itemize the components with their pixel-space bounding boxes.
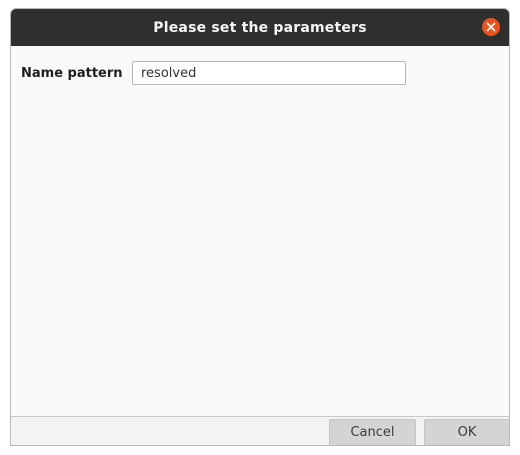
- ok-button[interactable]: OK: [424, 419, 509, 445]
- parameters-dialog: Please set the parameters Name pattern C…: [10, 8, 510, 446]
- name-pattern-label: Name pattern: [21, 65, 123, 81]
- close-button[interactable]: [482, 18, 500, 36]
- name-pattern-input[interactable]: [132, 61, 406, 85]
- cancel-button[interactable]: Cancel: [329, 419, 416, 445]
- name-pattern-row: Name pattern: [21, 61, 406, 85]
- close-icon: [486, 22, 496, 32]
- title-bar: Please set the parameters: [11, 9, 509, 46]
- dialog-title: Please set the parameters: [153, 19, 367, 36]
- dialog-content: Name pattern: [11, 46, 509, 416]
- button-bar: Cancel OK: [11, 416, 509, 445]
